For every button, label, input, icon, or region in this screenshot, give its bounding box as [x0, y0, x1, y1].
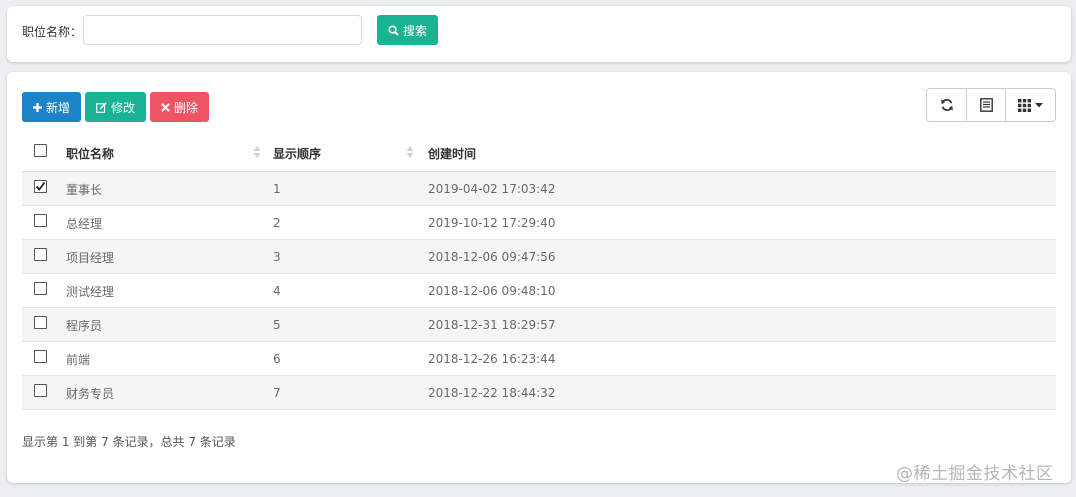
cell-position-name: 董事长 — [66, 182, 103, 197]
toggle-view-button[interactable] — [967, 89, 1006, 121]
add-button[interactable]: 新增 — [22, 92, 81, 122]
search-icon — [388, 24, 399, 36]
cell-created-time: 2018-12-26 16:23:44 — [428, 352, 556, 366]
row-checkbox[interactable] — [34, 384, 47, 397]
table-header: 职位名称 显示顺序 创建时间 — [22, 134, 1056, 172]
search-button[interactable]: 搜索 — [377, 15, 438, 45]
delete-button[interactable]: 删除 — [150, 92, 209, 122]
cell-display-order: 7 — [273, 386, 281, 400]
cell-display-order: 2 — [273, 216, 281, 230]
table-row[interactable]: 财务专员 7 2018-12-22 18:44:32 — [22, 376, 1056, 410]
positions-table: 职位名称 显示顺序 创建时间 董事长 1 2019-04-02 17:03:42 总经… — [22, 134, 1056, 410]
column-header-order[interactable]: 显示顺序 — [273, 134, 321, 172]
cell-created-time: 2018-12-06 09:48:10 — [428, 284, 556, 298]
refresh-button[interactable] — [927, 89, 967, 121]
cell-position-name: 项目经理 — [66, 250, 115, 265]
search-panel: 职位名称： 搜索 — [7, 6, 1071, 62]
cell-created-time: 2018-12-31 18:29:57 — [428, 318, 556, 332]
sort-icon[interactable] — [406, 144, 414, 160]
cell-created-time: 2018-12-06 09:47:56 — [428, 250, 556, 264]
row-checkbox[interactable] — [34, 180, 47, 193]
watermark: @稀土掘金技术社区 — [896, 464, 1054, 484]
table-row[interactable]: 总经理 2 2019-10-12 17:29:40 — [22, 206, 1056, 240]
cell-position-name: 总经理 — [66, 216, 103, 231]
position-name-input[interactable] — [83, 15, 362, 45]
main-panel: 新增 修改 删除 职位名称 显示顺序 创建时间 董事长 1 2019-04-02… — [7, 72, 1071, 483]
table-tools — [926, 88, 1056, 122]
edit-button-label: 修改 — [110, 100, 135, 115]
cell-display-order: 3 — [273, 250, 281, 264]
plus-icon — [32, 102, 42, 112]
table-body: 董事长 1 2019-04-02 17:03:42 总经理 2 2019-10-12 17… — [22, 172, 1056, 410]
search-label: 职位名称： — [22, 25, 83, 39]
cell-position-name: 前端 — [66, 352, 91, 367]
row-checkbox[interactable] — [34, 214, 47, 227]
edit-button[interactable]: 修改 — [85, 92, 146, 122]
sort-icon[interactable] — [253, 144, 261, 160]
row-checkbox[interactable] — [34, 350, 47, 363]
table-row[interactable]: 董事长 1 2019-04-02 17:03:42 — [22, 172, 1056, 206]
pagination-info: 显示第 1 到第 7 条记录，总共 7 条记录 — [22, 435, 236, 449]
table-row[interactable]: 程序员 5 2018-12-31 18:29:57 — [22, 308, 1056, 342]
search-button-label: 搜索 — [402, 23, 427, 38]
cell-position-name: 程序员 — [66, 318, 103, 333]
cell-display-order: 6 — [273, 352, 281, 366]
refresh-icon — [940, 99, 953, 111]
table-row[interactable]: 测试经理 4 2018-12-06 09:48:10 — [22, 274, 1056, 308]
remove-icon — [161, 102, 170, 112]
cell-display-order: 5 — [273, 318, 281, 332]
list-icon — [979, 98, 993, 112]
column-header-created: 创建时间 — [428, 146, 477, 161]
cell-display-order: 4 — [273, 284, 281, 298]
table-row[interactable]: 项目经理 3 2018-12-06 09:47:56 — [22, 240, 1056, 274]
cell-created-time: 2019-04-02 17:03:42 — [428, 182, 556, 196]
table-row[interactable]: 前端 6 2018-12-26 16:23:44 — [22, 342, 1056, 376]
cell-position-name: 测试经理 — [66, 284, 115, 299]
add-button-label: 新增 — [45, 100, 70, 115]
select-all-checkbox[interactable] — [34, 144, 47, 157]
columns-dropdown-button[interactable] — [1006, 89, 1055, 121]
column-header-name[interactable]: 职位名称 — [66, 134, 114, 172]
row-checkbox[interactable] — [34, 316, 47, 329]
row-checkbox[interactable] — [34, 248, 47, 261]
cell-created-time: 2018-12-22 18:44:32 — [428, 386, 556, 400]
edit-icon — [96, 101, 107, 113]
grid-icon — [1018, 98, 1031, 112]
check-icon — [35, 181, 46, 191]
row-checkbox[interactable] — [34, 282, 47, 295]
cell-position-name: 财务专员 — [66, 386, 115, 401]
cell-display-order: 1 — [273, 182, 281, 196]
caret-down-icon — [1035, 102, 1043, 107]
cell-created-time: 2019-10-12 17:29:40 — [428, 216, 556, 230]
delete-button-label: 删除 — [173, 100, 198, 115]
